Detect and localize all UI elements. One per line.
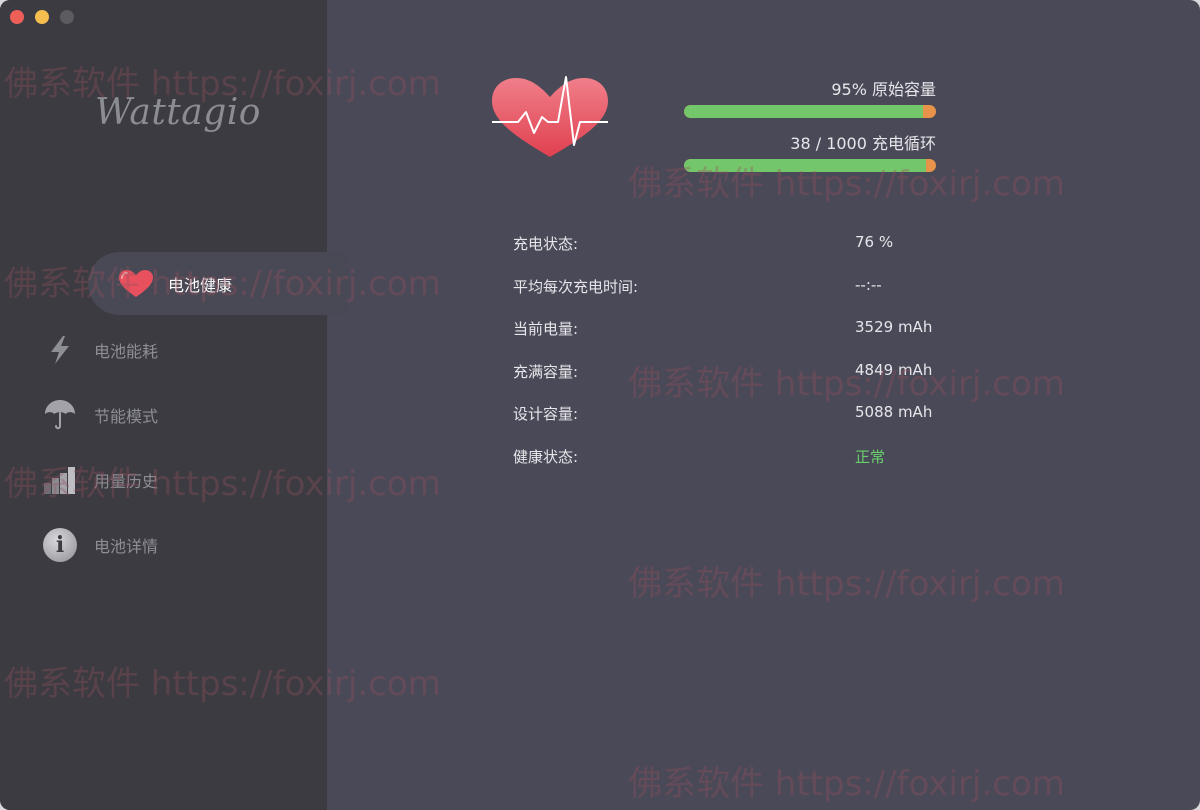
sidebar-item-usage-history[interactable]: 用量历史 — [40, 455, 158, 505]
info-icon: i — [40, 525, 80, 565]
heart-pulse-icon — [488, 75, 612, 165]
detail-row-design-capacity: 设计容量: 5088 mAh — [513, 403, 953, 427]
minimize-button[interactable] — [35, 10, 49, 24]
sidebar-item-label: 电池健康 — [168, 275, 233, 295]
bar-chart-icon — [40, 460, 80, 500]
sidebar-item-battery-details[interactable]: i 电池详情 — [40, 520, 158, 570]
detail-value: 4849 mAh — [855, 361, 933, 379]
app-window: Wattagio 电池健康 电池能耗 节能模式 用量历史 i 电池详情 95% … — [0, 0, 1200, 810]
sidebar-item-label: 电池详情 — [94, 537, 159, 556]
watermark: 佛系软件 https://foxirj.com — [628, 564, 1065, 604]
capacity-bar-fill — [684, 105, 924, 118]
cycles-label: 38 / 1000 充电循环 — [790, 134, 936, 153]
detail-row-current-charge: 当前电量: 3529 mAh — [513, 318, 953, 342]
detail-value: --:-- — [855, 276, 882, 294]
health-status-value: 正常 — [855, 448, 886, 466]
cycles-bar-fill — [684, 159, 926, 172]
sidebar-item-label: 节能模式 — [94, 407, 159, 426]
detail-row-charge-state: 充电状态: 76 % — [513, 233, 953, 257]
maximize-button[interactable] — [60, 10, 74, 24]
cycles-bar — [684, 159, 936, 172]
heart-icon — [116, 264, 156, 304]
umbrella-icon — [40, 395, 80, 435]
detail-row-full-capacity: 充满容量: 4849 mAh — [513, 361, 953, 385]
watermark: 佛系软件 https://foxirj.com — [628, 764, 1065, 804]
detail-value: 3529 mAh — [855, 318, 933, 336]
detail-key: 当前电量: — [513, 320, 579, 338]
capacity-label: 95% 原始容量 — [831, 80, 936, 99]
close-button[interactable] — [10, 10, 24, 24]
sidebar-item-label: 用量历史 — [94, 472, 159, 491]
lightning-icon — [40, 330, 80, 370]
detail-key: 充电状态: — [513, 235, 579, 253]
detail-key: 充满容量: — [513, 363, 579, 381]
detail-row-avg-charge-time: 平均每次充电时间: --:-- — [513, 276, 953, 300]
info-icon-glyph: i — [43, 528, 77, 562]
app-logo: Wattagio — [95, 92, 261, 133]
sidebar: Wattagio 电池健康 电池能耗 节能模式 用量历史 i 电池详情 — [0, 0, 348, 810]
detail-row-health-status: 健康状态: 正常 — [513, 446, 953, 470]
sidebar-item-power-saving[interactable]: 节能模式 — [40, 390, 158, 440]
detail-key: 设计容量: — [513, 405, 579, 423]
sidebar-item-battery-health[interactable]: 电池健康 — [88, 252, 348, 315]
sidebar-item-label: 电池能耗 — [94, 342, 159, 361]
detail-key: 平均每次充电时间: — [513, 278, 639, 296]
detail-value: 5088 mAh — [855, 403, 933, 421]
detail-value: 76 % — [855, 233, 894, 251]
detail-key: 健康状态: — [513, 448, 579, 466]
sidebar-item-battery-usage[interactable]: 电池能耗 — [40, 325, 158, 375]
capacity-bar — [684, 105, 936, 118]
